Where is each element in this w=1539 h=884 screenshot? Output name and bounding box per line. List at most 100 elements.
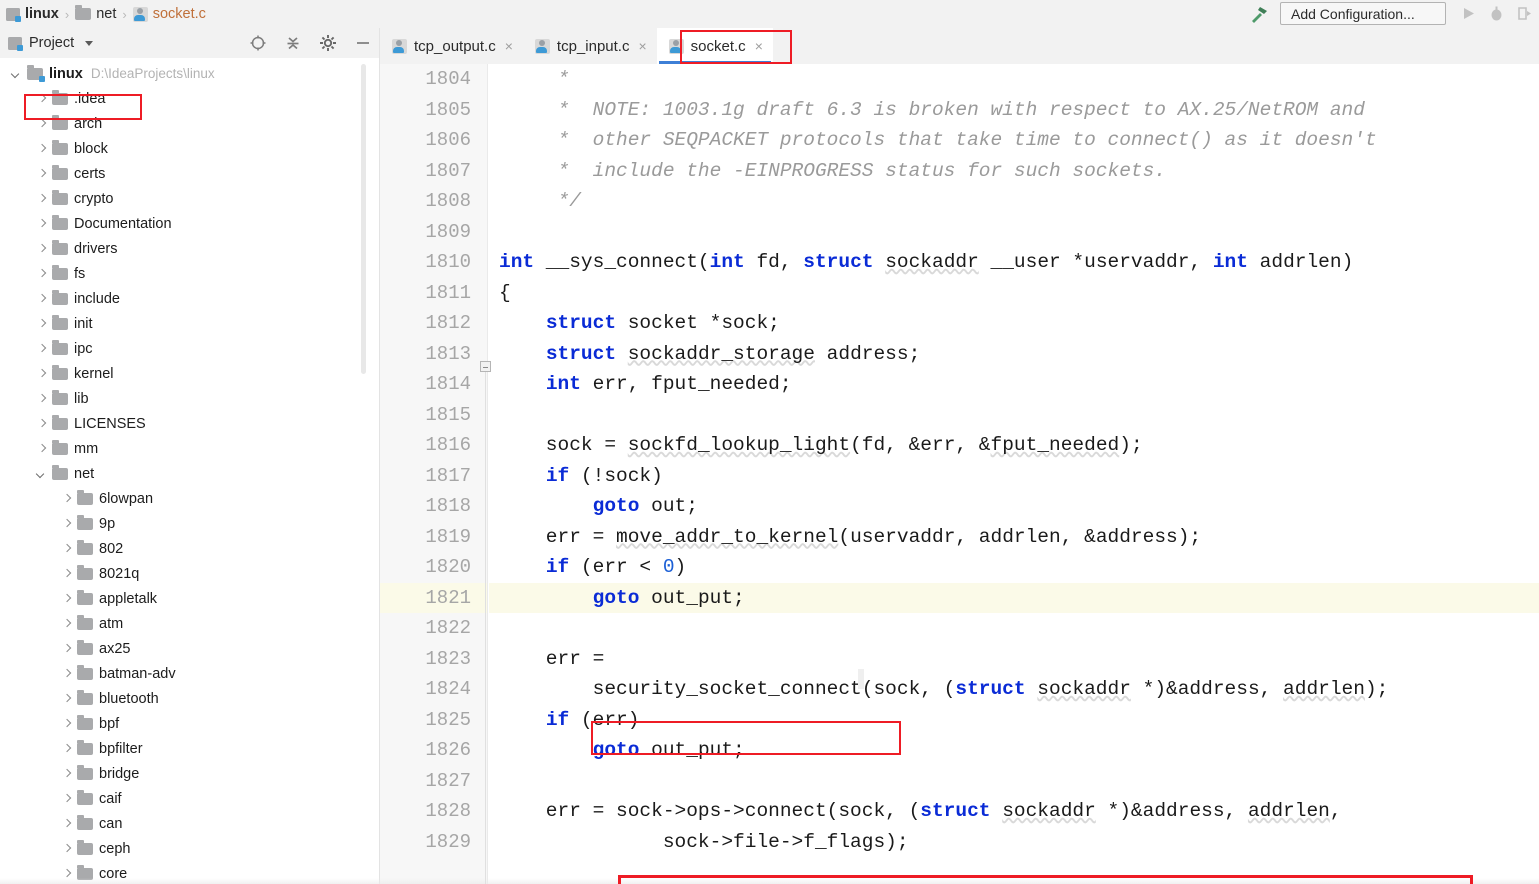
code-line[interactable]: if (err) <box>489 705 1539 736</box>
tree-item-can[interactable]: can <box>0 811 380 836</box>
line-number[interactable]: 1825 <box>380 705 487 736</box>
chevron-right-icon[interactable] <box>35 417 48 430</box>
code-line[interactable] <box>489 400 1539 431</box>
tree-item-bpf[interactable]: bpf <box>0 711 380 736</box>
line-number[interactable]: 1819 <box>380 522 487 553</box>
tree-item-certs[interactable]: certs <box>0 161 380 186</box>
chevron-right-icon[interactable] <box>60 692 73 705</box>
line-number[interactable]: 1818 <box>380 491 487 522</box>
editor-tab-tcp-input-c[interactable]: tcp_input.c × <box>523 28 657 64</box>
tree-item-core[interactable]: core <box>0 861 380 884</box>
locate-icon[interactable] <box>249 34 267 52</box>
tree-item-crypto[interactable]: crypto <box>0 186 380 211</box>
chevron-right-icon[interactable] <box>35 292 48 305</box>
chevron-right-icon[interactable] <box>60 617 73 630</box>
tree-item-bluetooth[interactable]: bluetooth <box>0 686 380 711</box>
tree-item-appletalk[interactable]: appletalk <box>0 586 380 611</box>
code-line[interactable]: */ <box>489 186 1539 217</box>
project-panel-title[interactable]: Project <box>8 35 94 51</box>
line-number[interactable]: 1807 <box>380 156 487 187</box>
code-line[interactable]: err = move_addr_to_kernel(uservaddr, add… <box>489 522 1539 553</box>
tree-item-ax25[interactable]: ax25 <box>0 636 380 661</box>
chevron-down-icon[interactable] <box>35 467 48 480</box>
line-number[interactable]: 1822 <box>380 613 487 644</box>
chevron-right-icon[interactable] <box>60 817 73 830</box>
editor-tab-tcp-output-c[interactable]: tcp_output.c × <box>380 28 523 64</box>
tree-item-fs[interactable]: fs <box>0 261 380 286</box>
chevron-right-icon[interactable] <box>35 367 48 380</box>
chevron-right-icon[interactable] <box>60 517 73 530</box>
hide-panel-icon[interactable] <box>354 34 372 52</box>
chevron-right-icon[interactable] <box>60 642 73 655</box>
code-line[interactable]: struct sockaddr_storage address; <box>489 339 1539 370</box>
run-icon[interactable] <box>1460 5 1477 22</box>
code-line[interactable]: int __sys_connect(int fd, struct sockadd… <box>489 247 1539 278</box>
project-tree-scrollbar[interactable] <box>361 64 366 374</box>
chevron-right-icon[interactable] <box>60 867 73 880</box>
code-line[interactable] <box>489 613 1539 644</box>
code-line[interactable]: struct socket *sock; <box>489 308 1539 339</box>
debug-icon[interactable] <box>1488 5 1505 22</box>
code-content[interactable]: * * NOTE: 1003.1g draft 6.3 is broken wi… <box>489 64 1539 884</box>
tree-item-ipc[interactable]: ipc <box>0 336 380 361</box>
tree-item-9p[interactable]: 9p <box>0 511 380 536</box>
tree-item-arch[interactable]: arch <box>0 111 380 136</box>
hammer-icon[interactable] <box>1248 3 1270 25</box>
tree-item-8021q[interactable]: 8021q <box>0 561 380 586</box>
line-number[interactable]: 1815 <box>380 400 487 431</box>
chevron-right-icon[interactable] <box>60 667 73 680</box>
line-number[interactable]: 1809 <box>380 217 487 248</box>
chevron-right-icon[interactable] <box>60 767 73 780</box>
line-number[interactable]: 1804 <box>380 64 487 95</box>
line-number[interactable]: 1826 <box>380 735 487 766</box>
line-number[interactable]: 1811 <box>380 278 487 309</box>
line-number[interactable]: 1821 <box>380 582 487 613</box>
chevron-right-icon[interactable] <box>60 842 73 855</box>
chevron-down-icon[interactable] <box>10 67 23 80</box>
chevron-right-icon[interactable] <box>60 792 73 805</box>
code-line[interactable]: if (!sock) <box>489 461 1539 492</box>
line-number[interactable]: 1813 <box>380 339 487 370</box>
line-number[interactable]: 1827 <box>380 766 487 797</box>
line-number[interactable]: 1817 <box>380 461 487 492</box>
code-fold-icon[interactable] <box>480 361 491 372</box>
chevron-right-icon[interactable] <box>35 142 48 155</box>
chevron-right-icon[interactable] <box>60 717 73 730</box>
line-number[interactable]: 1805 <box>380 95 487 126</box>
tree-item-caif[interactable]: caif <box>0 786 380 811</box>
code-line[interactable] <box>489 766 1539 797</box>
tree-item-ceph[interactable]: ceph <box>0 836 380 861</box>
chevron-right-icon[interactable] <box>35 217 48 230</box>
line-number[interactable]: 1808 <box>380 186 487 217</box>
tree-item-bpfilter[interactable]: bpfilter <box>0 736 380 761</box>
collapse-all-icon[interactable] <box>284 34 302 52</box>
code-line[interactable]: * <box>489 64 1539 95</box>
chevron-right-icon[interactable] <box>35 242 48 255</box>
code-line[interactable] <box>489 217 1539 248</box>
code-viewport[interactable]: 1804 1805 1806 1807 1808 1809 1810 1811 1812 1813… <box>380 64 1539 884</box>
chevron-right-icon[interactable] <box>35 92 48 105</box>
code-line[interactable]: * other SEQPACKET protocols that take ti… <box>489 125 1539 156</box>
tree-item-mm[interactable]: mm <box>0 436 380 461</box>
code-line[interactable]: goto out; <box>489 491 1539 522</box>
chevron-right-icon[interactable] <box>35 342 48 355</box>
tree-item-documentation[interactable]: Documentation <box>0 211 380 236</box>
editor-tab-socket-c[interactable]: socket.c × <box>656 28 773 64</box>
chevron-right-icon[interactable] <box>35 442 48 455</box>
tree-item-batman-adv[interactable]: batman-adv <box>0 661 380 686</box>
code-line[interactable]: { <box>489 278 1539 309</box>
code-line[interactable]: security_socket_connect(sock, (struct so… <box>489 674 1539 705</box>
line-number[interactable]: 1823 <box>380 644 487 675</box>
close-icon[interactable]: × <box>755 38 763 54</box>
line-number[interactable]: 1828 <box>380 796 487 827</box>
chevron-right-icon[interactable] <box>60 742 73 755</box>
add-configuration-button[interactable]: Add Configuration... <box>1280 2 1446 25</box>
code-line[interactable]: err = sock->ops->connect(sock, (struct s… <box>489 796 1539 827</box>
code-line[interactable]: * include the -EINPROGRESS status for su… <box>489 156 1539 187</box>
tree-item-atm[interactable]: atm <box>0 611 380 636</box>
code-line[interactable]: err = <box>489 644 1539 675</box>
chevron-right-icon[interactable] <box>60 542 73 555</box>
line-number[interactable]: 1824 <box>380 674 487 705</box>
chevron-right-icon[interactable] <box>60 592 73 605</box>
tree-item-kernel[interactable]: kernel <box>0 361 380 386</box>
